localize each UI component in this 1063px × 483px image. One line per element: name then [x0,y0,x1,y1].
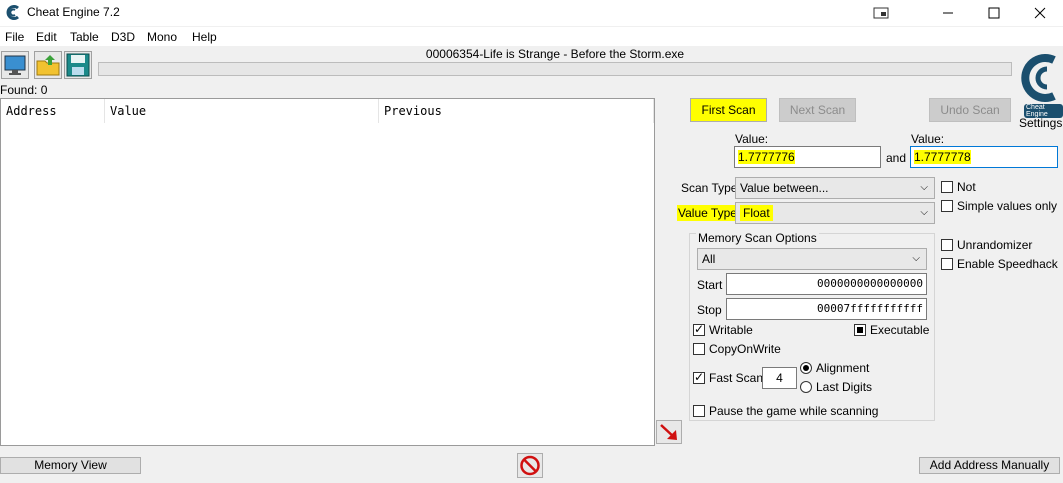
maximize-button[interactable] [971,0,1017,26]
memory-region-value: All [702,252,716,266]
fastscan-alignment-input[interactable]: 4 [762,367,797,389]
value-type-select[interactable]: Float ⌵ [735,202,935,224]
value-input-2-text: 1.7777778 [914,150,971,164]
maximize-icon [988,7,1000,19]
executable-checkbox[interactable] [854,324,866,336]
compact-overlay-button[interactable] [858,0,904,26]
and-label: and [886,151,907,165]
value-label-2: Value: [911,132,945,146]
window-title: Cheat Engine 7.2 [27,5,120,19]
copyonwrite-label: CopyOnWrite [709,342,781,356]
add-address-manually-button[interactable]: Add Address Manually [919,457,1060,474]
alignment-label: Alignment [816,361,870,375]
value-input-1[interactable]: 1.7777776 [734,146,881,168]
menu-file[interactable]: File [5,30,24,44]
unrandomizer-checkbox[interactable] [941,239,953,251]
red-arrow-icon [660,424,677,440]
menu-mono[interactable]: Mono [147,30,177,44]
memory-view-button[interactable]: Memory View [0,457,141,474]
copyonwrite-checkbox[interactable] [693,343,705,355]
last-digits-label: Last Digits [816,380,873,394]
pause-game-label: Pause the game while scanning [709,404,879,418]
speedhack-label: Enable Speedhack [957,257,1058,271]
results-list[interactable]: Address Value Previous [0,98,655,446]
minimize-button[interactable] [925,0,971,26]
not-label: Not [957,180,976,194]
close-button[interactable] [1017,0,1063,26]
fastscan-checkbox[interactable] [693,370,705,384]
stop-label: Stop [697,303,722,317]
pause-game-checkbox[interactable] [693,405,705,417]
column-previous[interactable]: Previous [379,99,654,123]
writable-checkbox[interactable] [693,322,705,336]
clear-results-button[interactable] [517,453,543,478]
save-file-button[interactable] [64,51,92,79]
chevron-down-icon: ⌵ [912,253,920,264]
select-process-button[interactable] [1,51,29,79]
start-label: Start [697,278,723,292]
stop-address-input[interactable]: 00007fffffffffff [726,298,927,320]
executable-indeterminate-mark [857,327,863,333]
simple-values-checkbox[interactable] [941,200,953,212]
overlay-icon [873,7,889,19]
value-input-2[interactable]: 1.7777778 [910,146,1058,168]
computer-icon [4,55,26,75]
executable-label: Executable [870,323,930,337]
memory-region-select[interactable]: All ⌵ [697,248,927,270]
minimize-icon [943,12,953,14]
open-file-button[interactable] [34,51,62,79]
unrandomizer-label: Unrandomizer [957,238,1033,252]
menu-d3d[interactable]: D3D [111,30,135,44]
next-scan-button[interactable]: Next Scan [779,98,856,122]
value-input-1-text: 1.7777776 [738,150,795,164]
first-scan-button[interactable]: First Scan [690,98,767,122]
close-icon [1034,7,1046,19]
menu-help[interactable]: Help [192,30,217,44]
speedhack-checkbox[interactable] [941,258,953,270]
last-digits-radio[interactable] [800,381,812,393]
scan-type-select[interactable]: Value between... ⌵ [735,177,935,199]
scan-progress-bar [98,62,1012,76]
value-label-1: Value: [735,132,769,146]
save-disk-icon [66,53,90,77]
undo-scan-button[interactable]: Undo Scan [929,98,1011,122]
not-checkbox[interactable] [941,181,953,193]
alignment-radio[interactable] [800,362,812,374]
scan-type-value: Value between... [740,181,829,195]
found-count: Found: 0 [0,83,48,97]
value-type-label: Value Type [677,205,738,221]
column-address[interactable]: Address [1,99,105,123]
add-to-table-button[interactable] [656,420,682,444]
chevron-down-icon: ⌵ [920,207,928,218]
chevron-down-icon: ⌵ [920,182,928,193]
settings-link[interactable]: Settings [1019,116,1062,130]
fastscan-label: Fast Scan [709,371,764,385]
open-folder-icon [36,55,60,76]
value-type-value: Float [740,205,773,221]
writable-label: Writable [709,323,753,337]
memory-group-title: Memory Scan Options [696,231,819,245]
cheat-engine-logo-icon [1021,54,1056,102]
scan-type-label: Scan Type [681,181,738,195]
process-name: 00006354-Life is Strange - Before the St… [425,47,685,61]
cheat-engine-app-icon [6,5,19,20]
simple-values-label: Simple values only [957,199,1058,213]
start-address-input[interactable]: 0000000000000000 [726,273,927,295]
column-value[interactable]: Value [105,99,379,123]
menu-table[interactable]: Table [70,30,99,44]
menu-edit[interactable]: Edit [36,30,57,44]
no-entry-icon [520,455,540,476]
